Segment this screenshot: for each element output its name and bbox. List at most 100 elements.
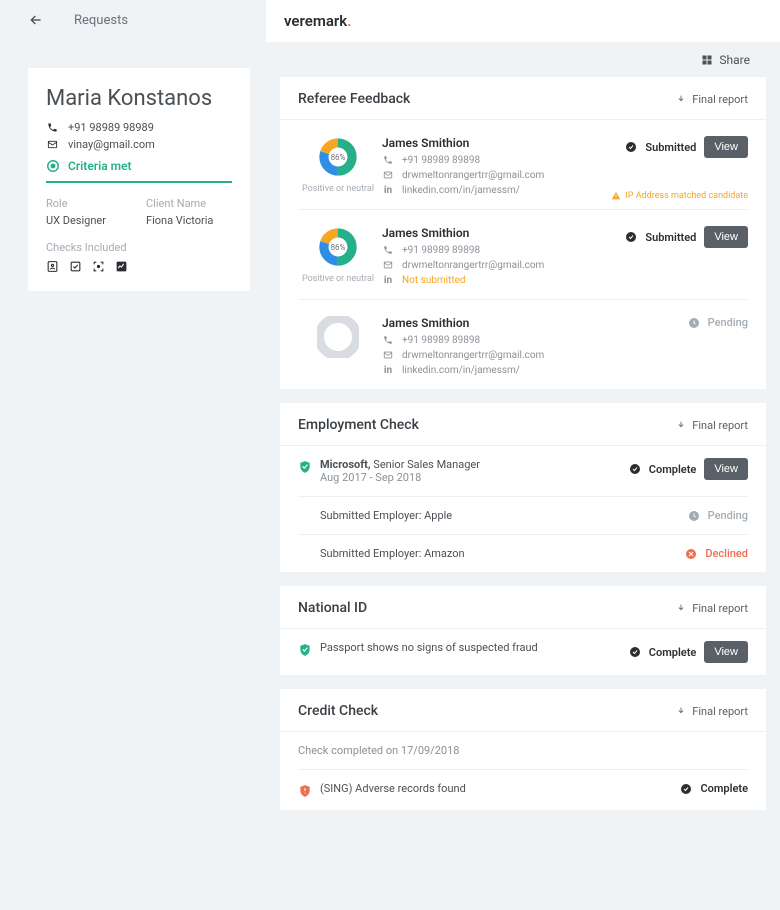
referee-email: drwmeltonrangertrr@gmail.com (402, 350, 544, 361)
final-report-link[interactable]: Final report (676, 705, 748, 718)
credit-completed: Check completed on 17/09/2018 (298, 732, 748, 769)
linkedin-icon: in (382, 274, 394, 286)
sub-emp-status: Pending (708, 509, 748, 522)
criteria-met-icon (46, 159, 60, 173)
brand-bar: veremark. (266, 0, 780, 43)
email-icon (382, 349, 394, 361)
phone-icon (382, 244, 394, 256)
check-icon (625, 141, 637, 153)
check-icon-scan (92, 260, 105, 273)
referee-status: Submitted (645, 141, 696, 154)
final-report-link[interactable]: Final report (676, 419, 748, 432)
warning-icon (611, 191, 621, 201)
panel-national-id: National ID Final report Passport shows … (280, 586, 766, 675)
view-button[interactable]: View (704, 136, 748, 158)
download-icon (676, 706, 686, 716)
role-value: UX Designer (46, 214, 106, 227)
email-icon (382, 169, 394, 181)
shield-icon (298, 458, 320, 474)
donut-percent: 86% (317, 136, 359, 178)
view-button[interactable]: View (704, 226, 748, 248)
criteria-met-label: Criteria met (68, 159, 132, 173)
view-button[interactable]: View (704, 458, 748, 480)
donut-percent: 86% (317, 226, 359, 268)
donut-caption: Positive or neutral (298, 184, 378, 194)
donut-caption: Positive or neutral (298, 274, 378, 284)
sub-emp-label: Submitted Employer: (320, 509, 424, 522)
check-icon-id (46, 260, 59, 273)
referee-email: drwmeltonrangertrr@gmail.com (402, 170, 544, 181)
email-icon (46, 139, 58, 151)
national-status: Complete (649, 646, 697, 659)
sub-emp-label: Submitted Employer: (320, 547, 424, 560)
download-icon (676, 603, 686, 613)
check-icon-task (69, 260, 82, 273)
check-icon (629, 646, 641, 658)
page-breadcrumb[interactable]: Requests (74, 13, 128, 28)
shield-icon (298, 641, 320, 657)
phone-icon (46, 122, 58, 134)
employment-status: Complete (649, 463, 697, 476)
final-report-link[interactable]: Final report (676, 602, 748, 615)
national-title: National ID (298, 600, 367, 616)
share-label[interactable]: Share (719, 53, 750, 67)
download-icon (676, 420, 686, 430)
referee-phone: +91 98989 89898 (402, 335, 480, 346)
warning-text: IP Address matched candidate (625, 191, 748, 201)
employment-title: Employment Check (298, 417, 419, 433)
check-icon (680, 783, 692, 795)
employment-period: Aug 2017 - Sep 2018 (320, 471, 629, 484)
shield-alert-icon (298, 782, 320, 798)
donut-chart: 86% (317, 136, 359, 178)
referee-name: James Smithion (382, 226, 625, 240)
donut-chart: 86% (317, 226, 359, 268)
referee-phone: +91 98989 89898 (402, 245, 480, 256)
check-icon (625, 231, 637, 243)
client-value: Fiona Victoria (146, 214, 213, 227)
check-icon (629, 463, 641, 475)
referee-status: Submitted (645, 231, 696, 244)
employment-company: Microsoft, (320, 458, 371, 471)
credit-text: (SING) Adverse records found (320, 782, 680, 795)
referee-linkedin: linkedin.com/in/jamessm/ (402, 185, 520, 196)
share-icon[interactable] (701, 54, 713, 66)
view-button[interactable]: View (704, 641, 748, 663)
referee-row: 86% Positive or neutral James Smithion +91… (298, 120, 748, 210)
brand-logo: veremark. (284, 12, 352, 30)
final-report-link[interactable]: Final report (676, 93, 748, 106)
phone-icon (382, 154, 394, 166)
clock-icon (688, 510, 700, 522)
referee-email: drwmeltonrangertrr@gmail.com (402, 260, 544, 271)
credit-title: Credit Check (298, 703, 378, 719)
national-text: Passport shows no signs of suspected fra… (320, 641, 629, 654)
referee-phone: +91 98989 89898 (402, 155, 480, 166)
referee-status: Pending (708, 316, 748, 329)
sub-emp-status: Declined (705, 547, 748, 560)
candidate-email: vinay@gmail.com (68, 138, 155, 151)
sub-emp-value: Apple (424, 509, 452, 522)
referee-linkedin-status: Not submitted (402, 275, 466, 286)
check-icon-chart (115, 260, 128, 273)
referee-linkedin: linkedin.com/in/jamessm/ (402, 365, 520, 376)
avatar-placeholder (317, 316, 359, 358)
candidate-name: Maria Konstanos (46, 86, 232, 111)
panel-employment: Employment Check Final report Microsoft,… (280, 403, 766, 572)
employment-role: Senior Sales Manager (371, 458, 480, 471)
sub-emp-value: Amazon (424, 547, 465, 560)
candidate-phone: +91 98989 98989 (68, 121, 154, 134)
email-icon (382, 259, 394, 271)
candidate-card: Maria Konstanos +91 98989 98989 vinay@gm… (28, 68, 250, 291)
panel-referee: Referee Feedback Final report 86% Positi… (280, 77, 766, 389)
clock-icon (688, 317, 700, 329)
role-label: Role (46, 197, 106, 210)
referee-row: James Smithion+91 98989 89898drwmeltonra… (298, 300, 748, 389)
referee-name: James Smithion (382, 136, 625, 150)
referee-title: Referee Feedback (298, 91, 410, 107)
download-icon (676, 94, 686, 104)
panel-credit: Credit Check Final report Check complete… (280, 689, 766, 810)
phone-icon (382, 334, 394, 346)
back-button[interactable] (28, 12, 44, 28)
referee-row: 86% Positive or neutral James Smithion +91… (298, 210, 748, 300)
client-label: Client Name (146, 197, 213, 210)
linkedin-icon: in (382, 364, 394, 376)
